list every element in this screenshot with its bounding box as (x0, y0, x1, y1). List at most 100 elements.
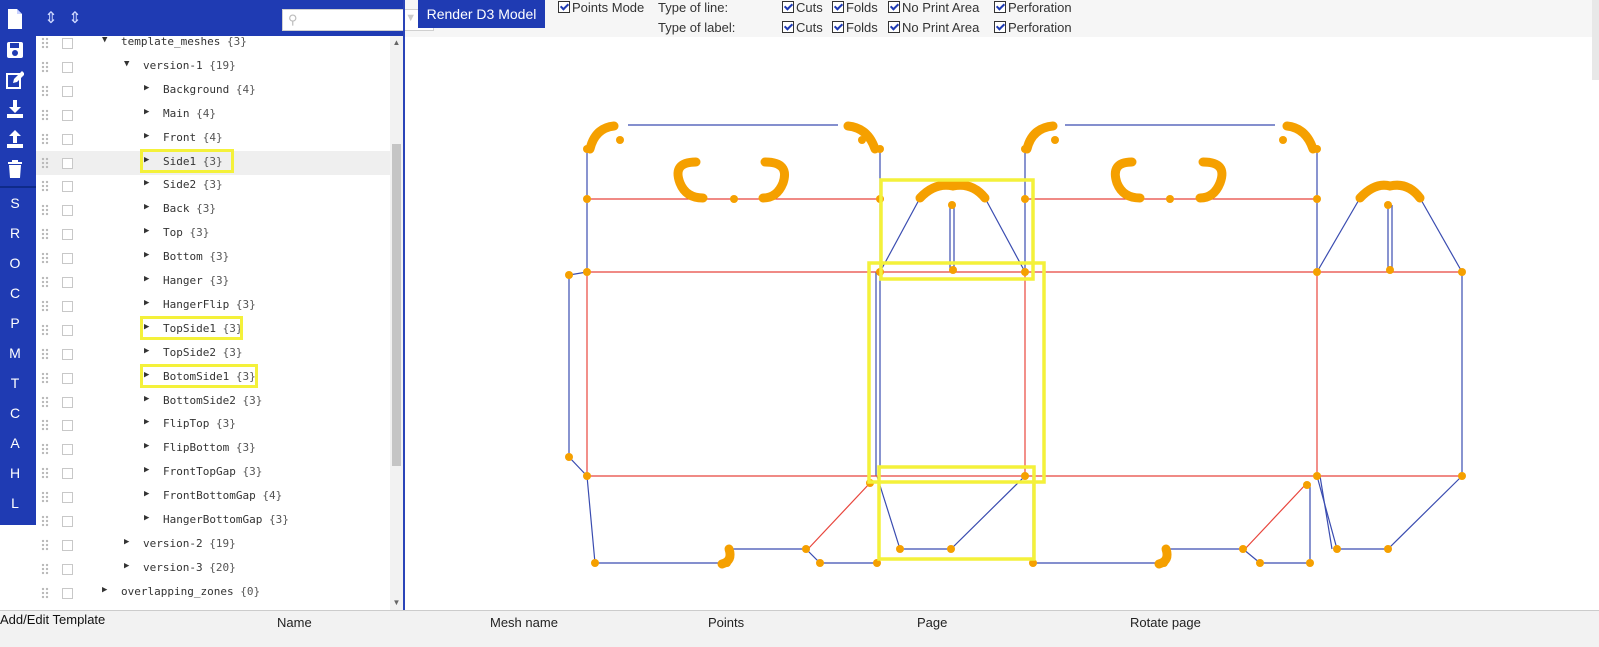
tree-row[interactable]: ▶ TopSide2 {3} (36, 342, 390, 366)
drag-handle-icon[interactable] (41, 180, 49, 193)
tree-row-checkbox[interactable] (62, 133, 73, 145)
tree-row[interactable]: ▶ FlipBottom {3} (36, 437, 390, 461)
drag-handle-icon[interactable] (41, 395, 49, 408)
tree-node-label[interactable]: HangerFlip {3} (163, 298, 256, 311)
tree-row-checkbox[interactable] (62, 38, 73, 49)
rail-button-m[interactable]: M (0, 345, 30, 361)
tree-row[interactable]: ▼ version-1 {19} (36, 55, 390, 79)
drag-handle-icon[interactable] (41, 371, 49, 384)
expand-arrow-icon[interactable]: ▶ (144, 298, 156, 308)
drag-handle-icon[interactable] (41, 515, 49, 527)
tree-row-checkbox[interactable] (62, 300, 73, 312)
add-edit-template-tab[interactable]: Add/Edit Template (0, 612, 105, 627)
tree-node-label[interactable]: Back {3} (163, 202, 216, 215)
tree-row[interactable]: ▶ HangerFlip {3} (36, 294, 390, 318)
tree-node-label[interactable]: Top {3} (163, 226, 209, 239)
tree-row[interactable]: ▶ Front {4} (36, 127, 390, 151)
tree-node-label[interactable]: version-1 {19} (143, 59, 236, 72)
expand-arrow-icon[interactable]: ▶ (144, 346, 156, 356)
label-cuts-checkbox[interactable]: Cuts (782, 20, 823, 35)
line-cuts-checkbox[interactable]: Cuts (782, 0, 823, 15)
drag-handle-icon[interactable] (41, 323, 49, 336)
rail-button-p[interactable]: P (0, 315, 30, 331)
expand-arrow-icon[interactable]: ▶ (144, 83, 156, 93)
drag-handle-icon[interactable] (41, 252, 49, 265)
tree-row-checkbox[interactable] (62, 539, 73, 551)
tree-row[interactable]: ▶ FlipTop {3} (36, 413, 390, 437)
column-header-rotate-page[interactable]: Rotate page (1130, 615, 1201, 630)
expand-arrow-icon[interactable]: ▶ (144, 178, 156, 188)
tree-row[interactable]: ▼ template_meshes {3} (36, 36, 390, 55)
expand-arrow-icon[interactable]: ▶ (144, 394, 156, 404)
drag-handle-icon[interactable] (41, 347, 49, 360)
tree-row-checkbox[interactable] (62, 348, 73, 360)
drag-handle-icon[interactable] (41, 586, 49, 599)
expand-arrow-icon[interactable]: ▶ (144, 489, 156, 499)
expand-arrow-icon[interactable]: ▶ (144, 274, 156, 284)
tree-node-label[interactable]: Background {4} (163, 83, 256, 96)
download-icon[interactable] (0, 96, 30, 122)
collapse-arrow-icon[interactable]: ▼ (124, 59, 136, 69)
tree-row-checkbox[interactable] (62, 253, 73, 265)
tree-node-label[interactable]: HangerBottomGap {3} (163, 513, 289, 526)
drag-handle-icon[interactable] (41, 443, 49, 456)
expand-arrow-icon[interactable]: ▶ (144, 202, 156, 212)
drag-handle-icon[interactable] (41, 132, 49, 145)
tree-row[interactable]: ▶ Background {4} (36, 79, 390, 103)
tree-node-label[interactable]: FrontTopGap {3} (163, 465, 262, 478)
tree-row-checkbox[interactable] (62, 85, 73, 97)
rail-button-s[interactable]: S (0, 195, 30, 211)
tree-row-checkbox[interactable] (62, 109, 73, 121)
rail-button-c[interactable]: C (0, 285, 30, 301)
tree-row-checkbox[interactable] (62, 444, 73, 456)
drag-handle-icon[interactable] (41, 228, 49, 241)
tree-node-label[interactable]: version-2 {19} (143, 537, 236, 550)
drag-handle-icon[interactable] (41, 299, 49, 312)
expand-all-icon[interactable]: ⇕ (42, 8, 60, 28)
column-header-name[interactable]: Name (277, 615, 312, 630)
tree-row-checkbox[interactable] (62, 420, 73, 432)
tree-node-label[interactable]: FrontBottomGap {4} (163, 489, 282, 502)
save-icon[interactable] (0, 37, 30, 63)
drag-handle-icon[interactable] (41, 467, 49, 480)
tree-node-label[interactable]: TopSide2 {3} (163, 346, 242, 359)
tree-node-label[interactable]: overlapping_zones {0} (121, 585, 260, 598)
rail-button-h[interactable]: H (0, 465, 30, 481)
expand-arrow-icon[interactable]: ▶ (102, 585, 114, 595)
label-folds-checkbox[interactable]: Folds (832, 20, 878, 35)
tree-node-label[interactable]: version-3 {20} (143, 561, 236, 574)
column-header-page[interactable]: Page (917, 615, 947, 630)
tree-node-label[interactable]: Hanger {3} (163, 274, 229, 287)
drag-handle-icon[interactable] (41, 491, 49, 504)
render-d3-model-button[interactable]: Render D3 Model (418, 0, 545, 28)
dieline-canvas[interactable] (405, 37, 1595, 609)
tree-row[interactable]: ▶ Top {3} (36, 222, 390, 246)
drag-handle-icon[interactable] (41, 419, 49, 432)
tree-row[interactable]: ▶ FrontTopGap {3} (36, 461, 390, 485)
tree-node-label[interactable]: BottomSide2 {3} (163, 394, 262, 407)
line-no-print-area-checkbox[interactable]: No Print Area (888, 0, 979, 15)
expand-arrow-icon[interactable]: ▶ (144, 465, 156, 475)
tree-row-checkbox[interactable] (62, 277, 73, 288)
tree-row-checkbox[interactable] (62, 492, 73, 504)
label-perforation-checkbox[interactable]: Perforation (994, 20, 1072, 35)
edit-icon[interactable] (0, 67, 30, 93)
tree-row[interactable]: ▶ FrontBottomGap {4} (36, 485, 390, 509)
trash-icon[interactable] (0, 156, 30, 182)
tree-row[interactable]: ▶ Bottom {3} (36, 246, 390, 270)
tree-row-checkbox[interactable] (62, 587, 73, 599)
tree-row[interactable]: ▶ Main {4} (36, 103, 390, 127)
scroll-down-icon[interactable]: ▼ (390, 598, 403, 607)
expand-arrow-icon[interactable]: ▶ (144, 226, 156, 236)
drag-handle-icon[interactable] (41, 156, 49, 169)
tree-row[interactable]: ▶ Back {3} (36, 198, 390, 222)
tree-row[interactable]: ▶ BottomSide2 {3} (36, 390, 390, 414)
expand-arrow-icon[interactable]: ▶ (124, 561, 136, 571)
tree-row-checkbox[interactable] (62, 396, 73, 408)
drag-handle-icon[interactable] (41, 562, 49, 575)
column-header-mesh-name[interactable]: Mesh name (490, 615, 558, 630)
label-no-print-area-checkbox[interactable]: No Print Area (888, 20, 979, 35)
drag-handle-icon[interactable] (41, 108, 49, 121)
tree-row-checkbox[interactable] (62, 324, 73, 336)
collapse-all-icon[interactable]: ⇕ (66, 8, 84, 28)
